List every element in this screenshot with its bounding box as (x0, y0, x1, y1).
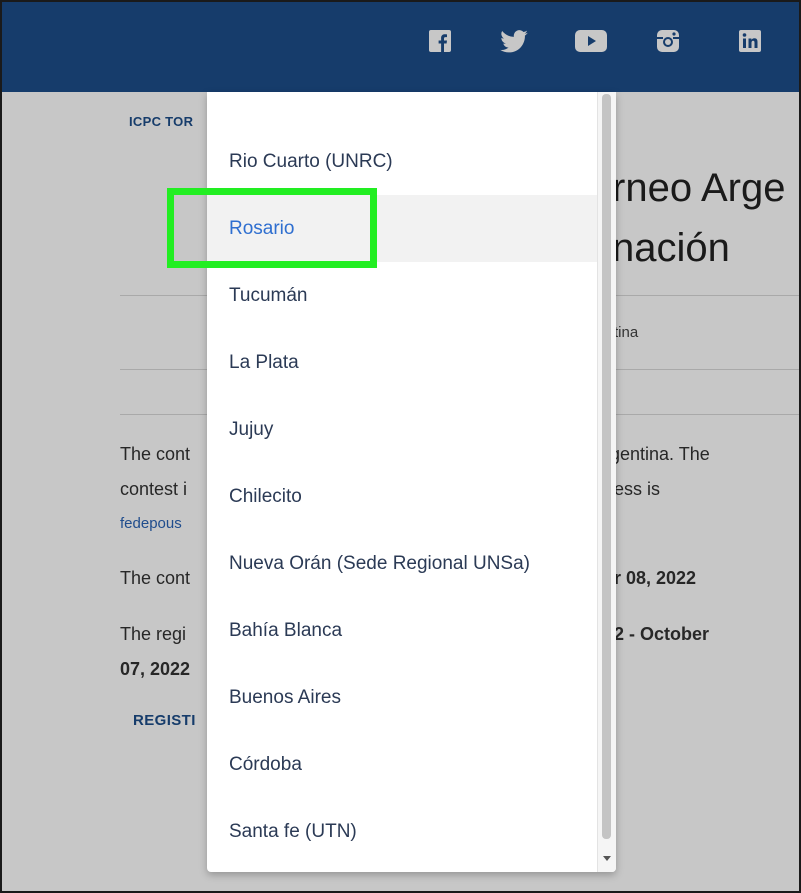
menu-item-jujuy[interactable]: Jujuy (207, 396, 597, 463)
menu-item-tucuman[interactable]: Tucumán (207, 262, 597, 329)
menu-item-santa-fe[interactable]: Santa fe (UTN) (207, 798, 597, 865)
scroll-down-arrow-icon[interactable] (603, 856, 611, 861)
dropdown-scrollbar[interactable] (597, 92, 616, 872)
browser-frame: ICPC TOR rneo Arge nación tina The cont … (0, 0, 801, 893)
menu-item-bahia-blanca[interactable]: Bahía Blanca (207, 597, 597, 664)
menu-item-chilecito[interactable]: Chilecito (207, 463, 597, 530)
menu-item-cordoba[interactable]: Córdoba (207, 731, 597, 798)
scrollbar-thumb[interactable] (602, 94, 611, 839)
selection-highlight-box (167, 188, 377, 268)
menu-item-la-plata[interactable]: La Plata (207, 329, 597, 396)
menu-item-nueva-oran[interactable]: Nueva Orán (Sede Regional UNSa) (207, 530, 597, 597)
menu-item-rio-cuarto[interactable]: Rio Cuarto (UNRC) (207, 128, 597, 195)
menu-item-buenos-aires[interactable]: Buenos Aires (207, 664, 597, 731)
